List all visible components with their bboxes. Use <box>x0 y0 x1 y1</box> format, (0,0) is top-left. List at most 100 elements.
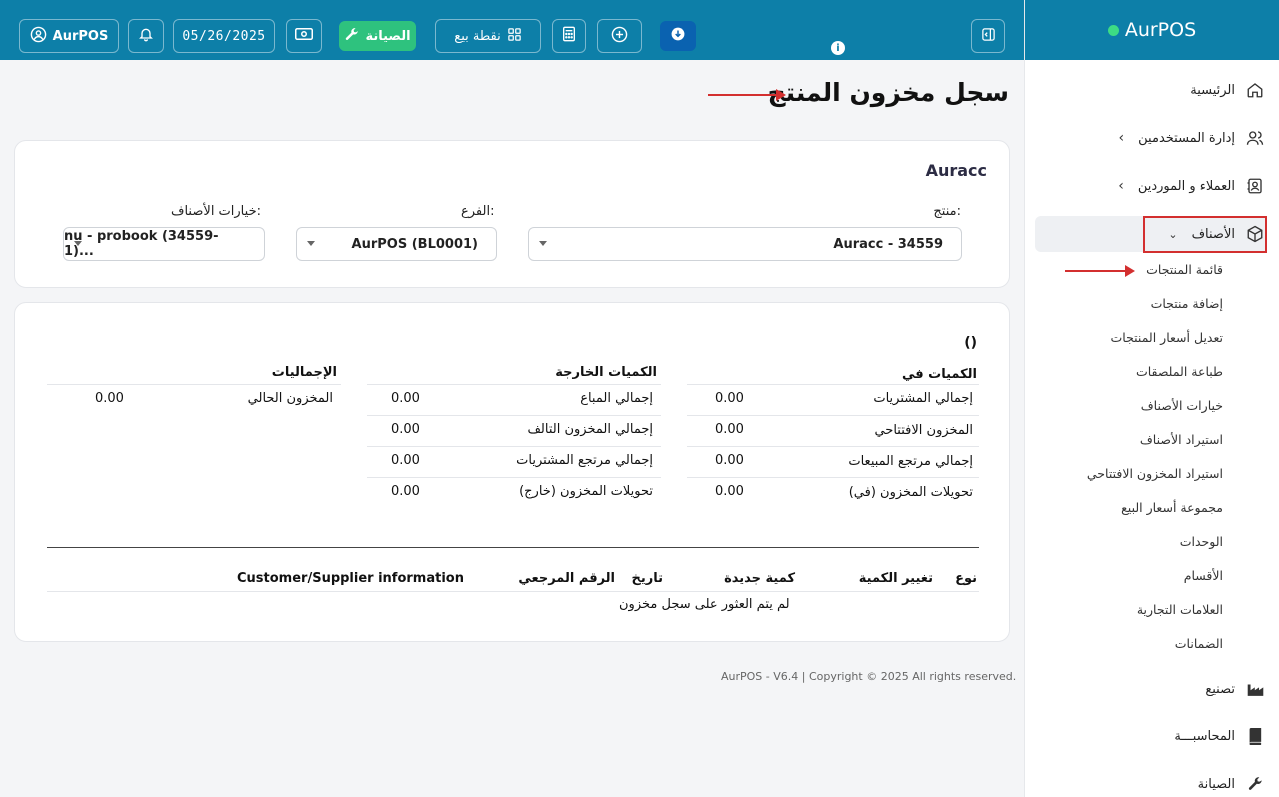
download-button[interactable] <box>660 21 696 51</box>
out-row-value: 0.00 <box>391 453 420 468</box>
product-select-value: Auracc - 34559 <box>833 236 943 252</box>
toggle-sidebar-button[interactable] <box>971 19 1005 53</box>
sidebar-subitem-warranties[interactable]: الضمانات <box>1175 636 1223 651</box>
product-select[interactable]: Auracc - 34559 <box>528 227 962 261</box>
sidebar-item-contacts[interactable]: ‹ العملاء و الموردين <box>1024 168 1279 204</box>
chevron-left-icon: ‹ <box>1118 130 1125 146</box>
book-icon <box>1245 726 1265 746</box>
col-reference: الرقم المرجعي <box>518 571 615 586</box>
summary-title: () <box>964 335 977 351</box>
chevron-left-icon: ‹ <box>1118 178 1124 194</box>
caret-down-icon <box>539 241 547 246</box>
sidebar: AurPOS الرئيسية ‹ إدارة المستخدمين ‹ الع… <box>1024 0 1279 797</box>
divider <box>367 384 661 385</box>
in-quantities-header: الكميات في <box>901 367 977 382</box>
sidebar-subitem-categories[interactable]: الأقسام <box>1184 568 1223 583</box>
section-divider <box>47 547 979 548</box>
sidebar-item-manufacturing[interactable]: تصنيع <box>1024 671 1279 707</box>
download-icon <box>671 27 685 45</box>
col-type: نوع <box>955 571 977 586</box>
date-display[interactable]: 05/26/2025 <box>173 19 275 53</box>
divider <box>687 384 979 385</box>
divider <box>367 477 661 478</box>
pos-button[interactable]: نقطة بيع <box>435 19 541 53</box>
col-qty-change: تغيير الكمية <box>858 571 933 586</box>
sidebar-item-home[interactable]: الرئيسية <box>1024 72 1279 108</box>
sidebar-item-label: الرئيسية <box>1190 82 1235 98</box>
sidebar-item-maintenance[interactable]: الصيانة <box>1024 766 1279 797</box>
sidebar-subitem-price-groups[interactable]: مجموعة أسعار البيع <box>1121 500 1223 515</box>
sidebar-toggle-icon <box>981 27 996 46</box>
sidebar-subitem-add-product[interactable]: إضافة منتجات <box>1151 296 1223 311</box>
top-header: AurPOS 05/26/2025 الصيانة نقطة بيع <box>0 0 1024 60</box>
wrench-icon <box>1245 774 1265 794</box>
in-row-value: 0.00 <box>715 453 744 468</box>
empty-table-message: لم يتم العثور على سجل مخزون <box>619 597 790 612</box>
info-icon[interactable]: i <box>831 41 845 55</box>
out-row-label: تحويلات المخزون (خارج) <box>519 484 653 499</box>
contacts-icon <box>1245 176 1265 196</box>
sidebar-item-label: المحاسبـــة <box>1174 728 1235 744</box>
totals-row-value: 0.00 <box>95 391 124 406</box>
status-dot-icon <box>1107 24 1119 36</box>
sidebar-subitem-product-list[interactable]: قائمة المنتجات <box>1146 262 1223 277</box>
col-new-qty: كمية جديدة <box>724 571 795 586</box>
money-icon <box>295 27 313 45</box>
product-label: منتج: <box>933 204 961 219</box>
caret-down-icon <box>74 241 82 246</box>
branch-select-value: AurPOS (BL0001) <box>351 236 478 252</box>
variation-select[interactable]: nu - probook (34559-1)... <box>63 227 265 261</box>
out-quantities-header: الكميات الخارجة <box>555 365 657 380</box>
wrench-icon <box>344 27 359 46</box>
notifications-button[interactable] <box>128 19 164 53</box>
divider <box>687 446 979 447</box>
sidebar-item-users[interactable]: ‹ إدارة المستخدمين <box>1024 120 1279 156</box>
product-name-title: Auracc <box>925 161 987 180</box>
sidebar-subitem-brands[interactable]: العلامات التجارية <box>1137 602 1223 617</box>
in-row-value: 0.00 <box>715 391 744 406</box>
in-row-label: المخزون الافتتاحي <box>874 423 973 438</box>
in-row-label: تحويلات المخزون (في) <box>848 485 973 500</box>
variation-label: خيارات الأصناف: <box>171 204 261 219</box>
sidebar-subitem-print-labels[interactable]: طباعة الملصقات <box>1136 364 1223 379</box>
totals-header: الإجماليات <box>271 365 337 380</box>
sidebar-subitem-import-opening-stock[interactable]: استيراد المخزون الافتتاحي <box>1087 466 1223 481</box>
maintenance-button[interactable]: الصيانة <box>339 21 416 51</box>
in-row-label: إجمالي مرتجع المبيعات <box>848 454 973 469</box>
sidebar-subitem-edit-prices[interactable]: تعديل أسعار المنتجات <box>1111 330 1223 345</box>
user-circle-icon <box>30 26 47 47</box>
plus-circle-icon <box>611 26 628 47</box>
totals-row-label: المخزون الحالي <box>247 391 333 406</box>
out-row-label: إجمالي مرتجع المشتريات <box>516 453 653 468</box>
divider <box>687 477 979 478</box>
brand-name: AurPOS <box>1124 19 1197 41</box>
user-menu-button[interactable]: AurPOS <box>19 19 119 53</box>
in-row-label: إجمالي المشتريات <box>873 391 973 406</box>
sidebar-item-label: العملاء و الموردين <box>1137 178 1235 194</box>
maintenance-label: الصيانة <box>365 28 411 44</box>
sidebar-subitem-units[interactable]: الوحدات <box>1180 534 1223 549</box>
out-row-label: إجمالي المخزون التالف <box>527 422 653 437</box>
sidebar-subitem-variations[interactable]: خيارات الأصناف <box>1141 398 1223 413</box>
grid-icon <box>507 27 522 46</box>
cash-register-button[interactable] <box>286 19 322 53</box>
sidebar-subitem-import-products[interactable]: استيراد الأصناف <box>1140 432 1223 447</box>
users-icon <box>1245 128 1265 148</box>
add-button[interactable] <box>597 19 642 53</box>
col-customer-supplier: Customer/Supplier information <box>237 571 464 586</box>
in-row-value: 0.00 <box>715 484 744 499</box>
branch-select[interactable]: AurPOS (BL0001) <box>296 227 497 261</box>
page-title: سجل مخزون المنتج <box>767 78 1009 107</box>
sidebar-item-label: الصيانة <box>1197 776 1235 792</box>
sidebar-item-accounting[interactable]: المحاسبـــة <box>1024 718 1279 754</box>
calculator-button[interactable] <box>552 19 586 53</box>
annotation-arrow <box>708 89 786 101</box>
sidebar-item-label: تصنيع <box>1205 681 1235 697</box>
variation-select-value: nu - probook (34559-1)... <box>64 229 219 259</box>
out-row-value: 0.00 <box>391 484 420 499</box>
divider <box>47 384 341 385</box>
caret-down-icon <box>307 241 315 246</box>
bell-icon <box>138 26 154 46</box>
brand-bar: AurPOS <box>1025 0 1279 60</box>
divider <box>47 591 979 592</box>
